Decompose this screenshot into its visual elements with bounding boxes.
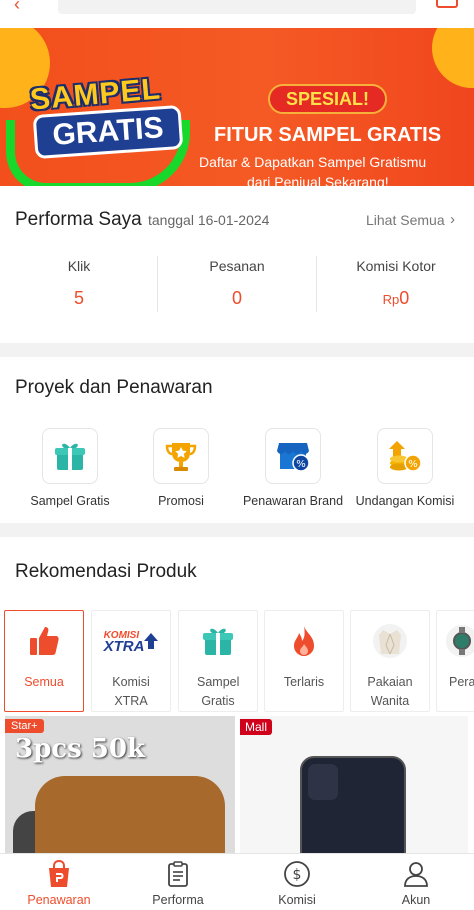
svg-text:$: $ bbox=[293, 867, 302, 883]
chip-label: Komisi XTRA bbox=[112, 675, 150, 708]
tab-performance[interactable]: Performa bbox=[119, 854, 237, 910]
chip-label: Sampel Gratis bbox=[197, 675, 240, 708]
chip-label: Terlaris bbox=[283, 675, 325, 689]
store-discount-icon: % bbox=[265, 428, 321, 484]
project-brand-offer[interactable]: % Penawaran Brand bbox=[237, 428, 349, 508]
mall-badge: Mall bbox=[240, 719, 273, 735]
tab-label: Performa bbox=[152, 893, 204, 907]
clipboard-icon bbox=[119, 860, 237, 888]
project-label: Sampel Gratis bbox=[30, 494, 110, 508]
stat-label: Klik bbox=[67, 258, 91, 274]
star-plus-badge: Star+ bbox=[5, 719, 44, 733]
chevron-right-icon[interactable]: › bbox=[450, 211, 455, 228]
project-promotion[interactable]: Promosi bbox=[125, 428, 237, 508]
gift-icon bbox=[42, 428, 98, 484]
stat-clicks[interactable]: Klik 5 bbox=[0, 258, 158, 309]
project-label: Promosi bbox=[158, 494, 204, 508]
tab-commission[interactable]: $ Komisi bbox=[238, 854, 356, 910]
chip-women-clothing[interactable]: Pakaian Wanita bbox=[350, 610, 430, 712]
svg-text:%: % bbox=[408, 459, 418, 470]
stat-value: Rp0 bbox=[317, 288, 474, 309]
chip-komisi-xtra[interactable]: KOMISI XTRA Komisi XTRA bbox=[91, 610, 171, 712]
coins-discount-icon: % bbox=[377, 428, 433, 484]
see-all-link[interactable]: Lihat Semua bbox=[366, 212, 445, 228]
stat-commission[interactable]: Komisi Kotor Rp0 bbox=[317, 258, 474, 309]
product-card[interactable]: 3pcs 50k Star+ bbox=[5, 716, 235, 854]
product-image-text: 3pcs 50k bbox=[15, 734, 145, 764]
chip-label: Pakaian Wanita bbox=[367, 675, 413, 708]
currency-prefix: Rp bbox=[382, 292, 400, 307]
stat-orders[interactable]: Pesanan 0 bbox=[158, 258, 316, 309]
product-card[interactable]: Mall bbox=[240, 716, 468, 854]
svg-text:%: % bbox=[296, 459, 306, 470]
komisi-xtra-logo: KOMISI XTRA bbox=[92, 623, 170, 659]
project-free-sample[interactable]: Sampel Gratis bbox=[14, 428, 126, 508]
tab-account[interactable]: Akun bbox=[357, 854, 474, 910]
product-image-shape bbox=[35, 776, 225, 854]
category-chips: Semua KOMISI XTRA Komisi XTRA Sampel Gra… bbox=[4, 610, 474, 712]
stat-label: Komisi Kotor bbox=[356, 258, 436, 274]
promo-banner[interactable]: SAMPEL GRATIS SPESIAL! FITUR SAMPEL GRAT… bbox=[0, 28, 474, 186]
thumbs-up-icon bbox=[5, 623, 83, 659]
top-bar: ‹ bbox=[0, 0, 474, 28]
stat-label: Pesanan bbox=[209, 258, 265, 274]
chip-watches[interactable]: Pera & Ke bbox=[436, 610, 474, 712]
tab-label: Penawaran bbox=[27, 893, 91, 907]
watch-icon bbox=[437, 623, 474, 659]
camera-module bbox=[308, 764, 338, 800]
banner-badge: SPESIAL! bbox=[268, 84, 388, 114]
tab-label: Komisi bbox=[278, 893, 316, 907]
search-input[interactable] bbox=[58, 0, 416, 14]
product-image-phone bbox=[300, 756, 406, 854]
bottom-tab-bar: Penawaran Performa $ Komisi Akun bbox=[0, 853, 474, 910]
tab-label: Akun bbox=[401, 893, 431, 907]
section-divider bbox=[0, 343, 474, 357]
tab-offers[interactable]: Penawaran bbox=[0, 854, 118, 910]
banner-decoration bbox=[432, 28, 474, 88]
stat-value: 5 bbox=[73, 288, 84, 308]
stat-value: 0 bbox=[231, 288, 242, 308]
fire-icon bbox=[265, 623, 343, 659]
xtra-logo-text: XTRA bbox=[103, 638, 145, 655]
commission-amount: 0 bbox=[399, 288, 410, 308]
user-icon bbox=[357, 860, 474, 888]
chip-best-seller[interactable]: Terlaris bbox=[264, 610, 344, 712]
section-title-projects: Proyek dan Penawaran bbox=[15, 377, 213, 398]
cart-icon[interactable] bbox=[436, 0, 458, 8]
back-arrow-icon[interactable]: ‹ bbox=[14, 0, 20, 15]
banner-text-line1: Daftar & Dapatkan Sampel Gratismu bbox=[199, 154, 427, 170]
project-label: Undangan Komisi bbox=[355, 494, 455, 508]
project-label: Penawaran Brand bbox=[242, 494, 344, 508]
project-commission-invite[interactable]: % Undangan Komisi bbox=[349, 428, 461, 508]
blazer-icon bbox=[351, 623, 429, 659]
shopping-bag-icon bbox=[0, 860, 118, 888]
section-divider bbox=[0, 523, 474, 537]
banner-headline: FITUR SAMPEL GRATIS bbox=[214, 124, 442, 146]
section-title-performance: Performa Saya bbox=[15, 209, 142, 230]
banner-text-line2: dari Penjual Sekarang! bbox=[247, 174, 389, 186]
section-title-recommendations: Rekomendasi Produk bbox=[15, 561, 197, 582]
trophy-icon bbox=[153, 428, 209, 484]
chip-all[interactable]: Semua bbox=[4, 610, 84, 712]
dollar-circle-icon: $ bbox=[238, 860, 356, 888]
chip-free-sample[interactable]: Sampel Gratis bbox=[178, 610, 258, 712]
gift-icon bbox=[179, 623, 257, 659]
chip-label: Semua bbox=[24, 675, 64, 689]
performance-date: tanggal 16-01-2024 bbox=[148, 212, 270, 228]
chip-label: Pera & Ke bbox=[449, 675, 474, 689]
